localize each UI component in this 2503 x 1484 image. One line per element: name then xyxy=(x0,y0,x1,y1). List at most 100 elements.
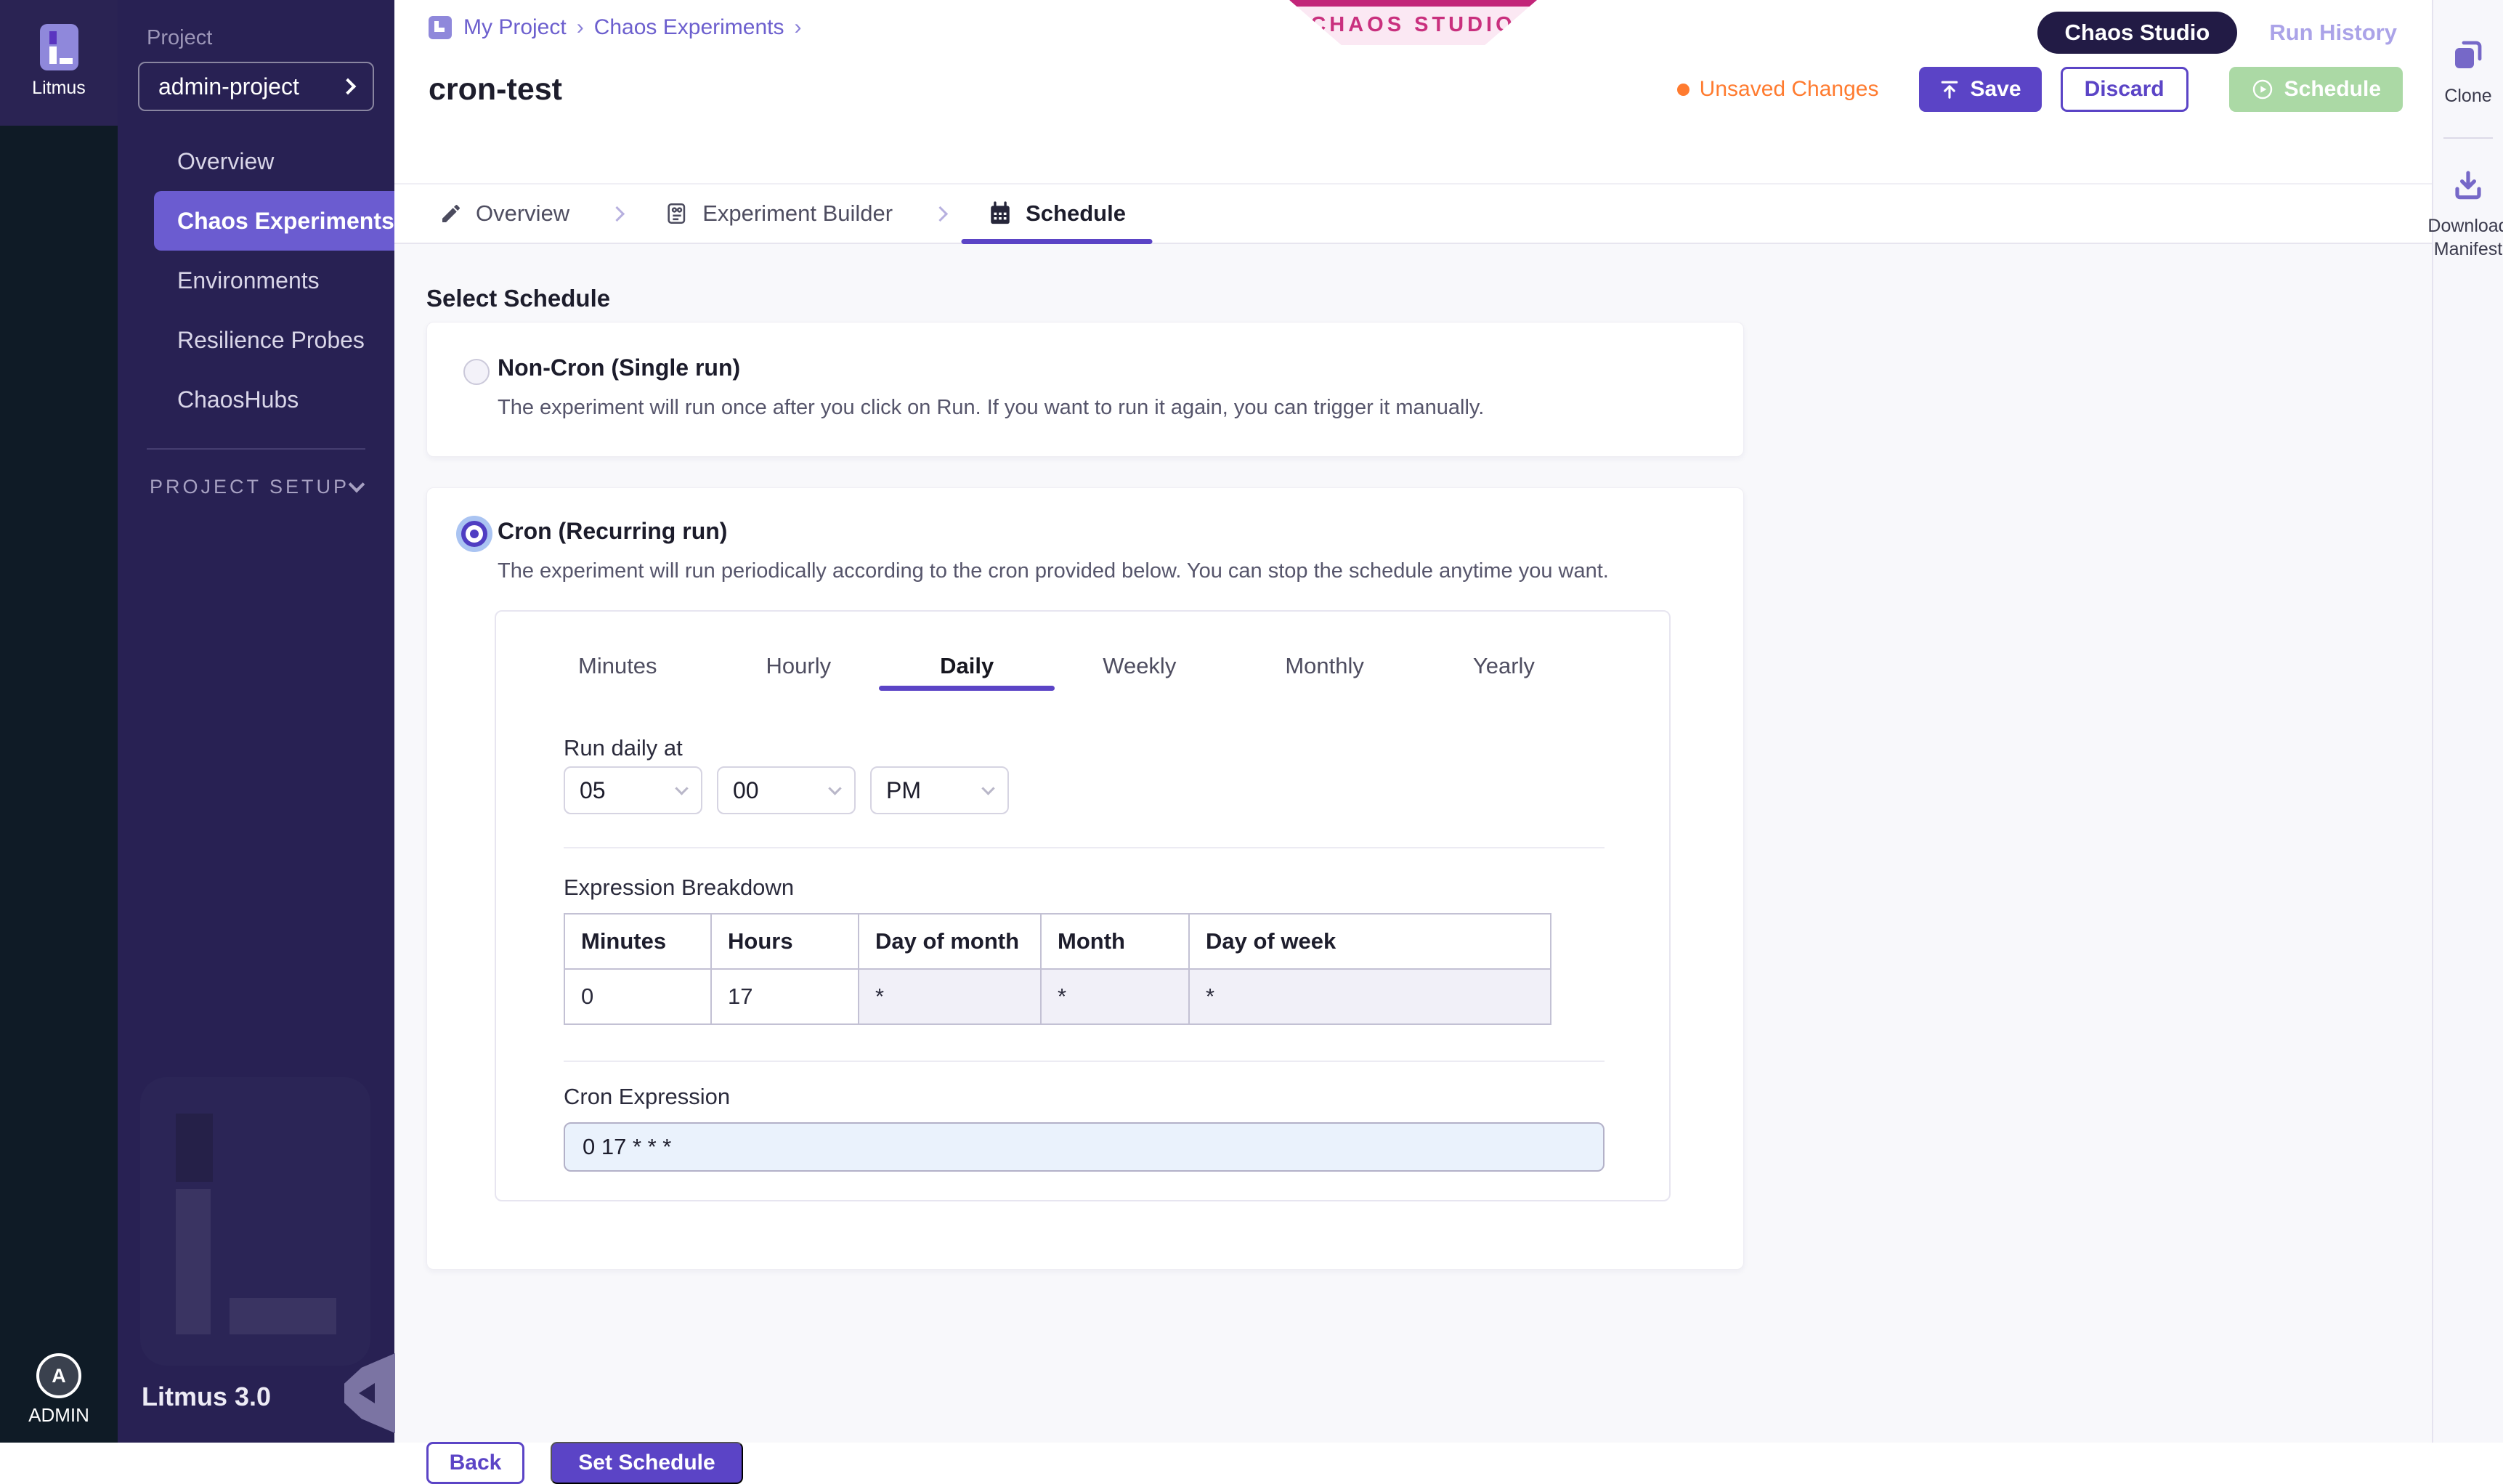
value-hours: 17 xyxy=(711,969,859,1024)
non-cron-description: The experiment will run once after you c… xyxy=(498,396,1484,420)
chevron-right-icon xyxy=(933,206,948,221)
brand-name: Litmus xyxy=(32,78,86,99)
brand-block: Litmus xyxy=(0,0,118,126)
chevron-down-icon xyxy=(675,782,688,795)
cron-frequency-tabs: Minutes Hourly Daily Weekly Monthly Year… xyxy=(496,612,1669,691)
project-setup-toggle[interactable]: PROJECT SETUP xyxy=(118,469,394,505)
chevron-down-icon xyxy=(981,782,994,795)
admin-label: ADMIN xyxy=(28,1404,89,1427)
time-selects: 05 00 PM xyxy=(564,766,1009,814)
clone-label: Clone xyxy=(2444,84,2491,108)
cron-title: Cron (Recurring run) xyxy=(498,518,727,545)
set-schedule-button[interactable]: Set Schedule xyxy=(551,1442,743,1484)
chevron-down-icon xyxy=(349,477,365,493)
litmus-logo-icon xyxy=(40,24,78,70)
cron-tab-weekly[interactable]: Weekly xyxy=(1103,641,1176,691)
non-cron-radio[interactable] xyxy=(463,359,490,385)
litmus-watermark xyxy=(140,1077,370,1366)
version-label: Litmus 3.0 xyxy=(142,1382,271,1412)
header-actions: Unsaved Changes Save Discard Schedule xyxy=(1677,67,2403,112)
back-button[interactable]: Back xyxy=(426,1442,524,1484)
section-title: Select Schedule xyxy=(426,285,610,312)
sidebar-divider xyxy=(147,448,365,450)
sidebar-item-chaos-experiments[interactable]: Chaos Experiments xyxy=(154,191,394,251)
clone-button[interactable]: Clone xyxy=(2444,38,2491,108)
download-manifest-label: Download Manifest xyxy=(2427,214,2503,261)
cron-expression-label: Cron Expression xyxy=(564,1084,730,1110)
tab-overview[interactable]: Overview xyxy=(439,185,569,243)
run-history-link[interactable]: Run History xyxy=(2269,20,2397,46)
sidebar-item-resilience-probes[interactable]: Resilience Probes xyxy=(118,310,394,370)
clone-icon xyxy=(2451,38,2486,73)
download-manifest-button[interactable]: Download Manifest xyxy=(2427,168,2503,261)
table-row: 0 17 * * * xyxy=(564,969,1551,1024)
view-switcher: Chaos Studio Run History xyxy=(2037,12,2397,54)
sidebar-item-environments[interactable]: Environments xyxy=(118,251,394,310)
col-minutes: Minutes xyxy=(564,914,711,969)
col-day-of-month: Day of month xyxy=(859,914,1041,969)
discard-button[interactable]: Discard xyxy=(2061,67,2188,112)
chevron-right-icon xyxy=(609,206,625,221)
cron-radio[interactable] xyxy=(461,521,487,547)
col-hours: Hours xyxy=(711,914,859,969)
breadcrumb-separator: › xyxy=(795,15,802,40)
chaos-studio-pill[interactable]: Chaos Studio xyxy=(2037,12,2238,54)
download-icon xyxy=(2451,168,2486,203)
divider xyxy=(564,847,1605,848)
col-month: Month xyxy=(1041,914,1189,969)
sidebar: Litmus A ADMIN Project admin-project Ove… xyxy=(0,0,394,1443)
cron-tab-minutes[interactable]: Minutes xyxy=(578,641,657,691)
cron-description: The experiment will run periodically acc… xyxy=(498,559,1609,583)
run-daily-at-label: Run daily at xyxy=(564,735,683,761)
cron-tab-yearly[interactable]: Yearly xyxy=(1473,641,1535,691)
meridiem-select[interactable]: PM xyxy=(870,766,1009,814)
app: Litmus A ADMIN Project admin-project Ove… xyxy=(0,0,2503,1443)
title-row: cron-test Unsaved Changes Save Discard xyxy=(429,67,2403,112)
sidebar-item-overview[interactable]: Overview xyxy=(118,131,394,191)
toolbar-divider xyxy=(2443,137,2493,139)
sidebar-item-chaoshubs[interactable]: ChaosHubs xyxy=(118,370,394,429)
cron-option-card: Cron (Recurring run) The experiment will… xyxy=(426,487,1744,1270)
right-toolbar: Clone Download Manifest xyxy=(2432,0,2503,1443)
cron-settings-panel: Minutes Hourly Daily Weekly Monthly Year… xyxy=(495,610,1671,1201)
cron-tab-daily[interactable]: Daily xyxy=(940,641,994,691)
pencil-icon xyxy=(439,202,463,225)
non-cron-title: Non-Cron (Single run) xyxy=(498,354,740,381)
schedule-content: Select Schedule Non-Cron (Single run) Th… xyxy=(394,244,2432,1443)
cron-expression-input[interactable] xyxy=(564,1122,1605,1172)
calendar-icon xyxy=(988,201,1013,226)
unsaved-changes-badge: Unsaved Changes xyxy=(1677,77,1879,102)
non-cron-option-card[interactable]: Non-Cron (Single run) The experiment wil… xyxy=(426,322,1744,457)
main-area: My Project › Chaos Experiments › CHAOS S… xyxy=(394,0,2432,1443)
tab-schedule[interactable]: Schedule xyxy=(988,185,1126,243)
expression-breakdown-table: Minutes Hours Day of month Month Day of … xyxy=(564,913,1551,1025)
sidebar-main: Project admin-project Overview Chaos Exp… xyxy=(118,0,394,1443)
breadcrumb-my-project[interactable]: My Project xyxy=(463,15,567,40)
cron-tab-hourly[interactable]: Hourly xyxy=(766,641,832,691)
unsaved-dot-icon xyxy=(1677,84,1689,96)
schedule-button[interactable]: Schedule xyxy=(2229,67,2403,112)
sidebar-nav: Overview Chaos Experiments Environments … xyxy=(118,131,394,429)
cron-tab-monthly[interactable]: Monthly xyxy=(1285,641,1364,691)
project-select-value: admin-project xyxy=(158,73,299,100)
save-pin-icon xyxy=(1939,79,1960,100)
divider xyxy=(564,1061,1605,1062)
experiment-builder-icon xyxy=(665,201,689,226)
avatar[interactable]: A xyxy=(36,1353,81,1398)
play-circle-icon xyxy=(2251,78,2274,101)
project-label: Project xyxy=(147,26,394,50)
collapse-arrow-icon xyxy=(359,1383,375,1403)
project-select[interactable]: admin-project xyxy=(138,62,374,111)
hour-select[interactable]: 05 xyxy=(564,766,702,814)
save-button[interactable]: Save xyxy=(1919,67,2041,112)
value-month: * xyxy=(1041,969,1189,1024)
minute-select[interactable]: 00 xyxy=(717,766,856,814)
tab-experiment-builder[interactable]: Experiment Builder xyxy=(665,185,893,243)
value-day-of-week: * xyxy=(1189,969,1551,1024)
breadcrumb-chaos-experiments[interactable]: Chaos Experiments xyxy=(594,15,784,40)
chevron-down-icon xyxy=(828,782,841,795)
chevron-right-icon xyxy=(340,78,357,95)
top-header: My Project › Chaos Experiments › CHAOS S… xyxy=(394,0,2432,183)
expression-breakdown-label: Expression Breakdown xyxy=(564,875,794,901)
value-day-of-month: * xyxy=(859,969,1041,1024)
